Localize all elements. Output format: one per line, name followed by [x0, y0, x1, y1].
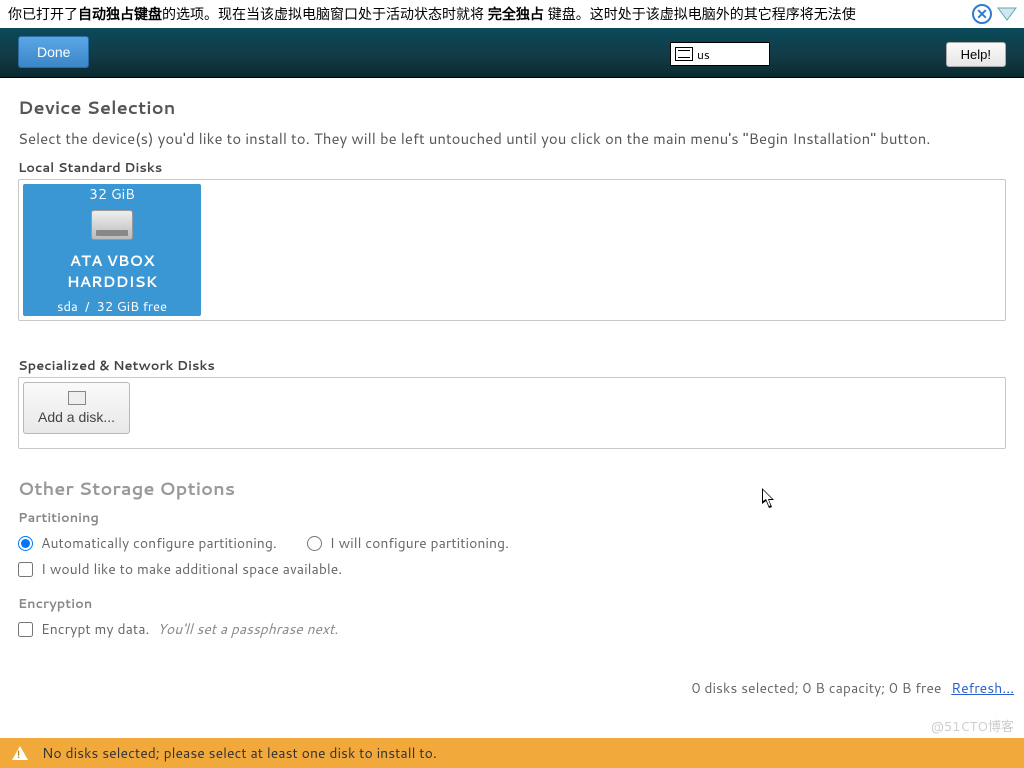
radio-auto-partition[interactable] [18, 536, 33, 551]
local-disks-box: 32 GiB ATA VBOX HARDDISK sda / 32 GiB fr… [18, 179, 1006, 321]
add-disk-label: Add a disk... [38, 409, 115, 425]
help-button[interactable]: Help! [946, 42, 1006, 67]
network-disks-label: Specialized & Network Disks [18, 357, 1006, 375]
encryption-label: Encryption [18, 595, 1006, 613]
disk-item-sda[interactable]: 32 GiB ATA VBOX HARDDISK sda / 32 GiB fr… [23, 184, 201, 316]
keyboard-layout-label: us [697, 46, 710, 63]
refresh-link[interactable]: Refresh... [951, 678, 1014, 698]
radio-auto-label: Automatically configure partitioning. [41, 533, 277, 553]
page-title: Device Selection [18, 94, 1006, 120]
disk-add-icon [68, 391, 86, 405]
radio-manual-partition[interactable] [307, 536, 322, 551]
host-notice-bar: 你已打开了自动独占键盘的选项。现在当该虚拟电脑窗口处于活动状态时就将 完全独占 … [0, 0, 1024, 28]
summary-bar: 0 disks selected; 0 B capacity; 0 B free… [692, 678, 1014, 698]
add-disk-button[interactable]: Add a disk... [23, 382, 130, 434]
checkbox-encrypt[interactable] [18, 622, 33, 637]
encrypt-hint: You'll set a passphrase next. [157, 619, 338, 639]
content-area: Device Selection Select the device(s) yo… [0, 78, 1024, 738]
other-options-title: Other Storage Options [18, 475, 1006, 501]
harddisk-icon [91, 210, 133, 240]
checkbox-encrypt-label: Encrypt my data. [41, 619, 149, 639]
keyboard-layout-indicator[interactable]: us [670, 42, 770, 66]
disk-name: ATA VBOX HARDDISK [23, 250, 201, 292]
disk-free: sda / 32 GiB free [57, 298, 167, 316]
instruction-text: Select the device(s) you'd like to insta… [18, 128, 1006, 149]
keyboard-icon [675, 47, 693, 61]
installer-header: Done us Help! [0, 28, 1024, 78]
warning-text: No disks selected; please select at leas… [42, 743, 437, 763]
done-button[interactable]: Done [18, 36, 89, 68]
warning-bar: No disks selected; please select at leas… [0, 738, 1024, 768]
radio-manual-label: I will configure partitioning. [330, 533, 509, 553]
checkbox-reclaim-space[interactable] [18, 562, 33, 577]
summary-text: 0 disks selected; 0 B capacity; 0 B free [692, 678, 942, 698]
local-disks-label: Local Standard Disks [18, 159, 1006, 177]
close-icon[interactable]: ✕ [972, 4, 992, 24]
host-notice-text: 你已打开了自动独占键盘的选项。现在当该虚拟电脑窗口处于活动状态时就将 完全独占 … [8, 4, 856, 24]
partitioning-label: Partitioning [18, 509, 1006, 527]
checkbox-reclaim-label: I would like to make additional space av… [41, 559, 342, 579]
chevron-down-icon[interactable] [996, 4, 1018, 24]
warning-icon [12, 746, 28, 760]
network-disks-box: Add a disk... [18, 377, 1006, 449]
disk-size: 32 GiB [89, 184, 135, 204]
